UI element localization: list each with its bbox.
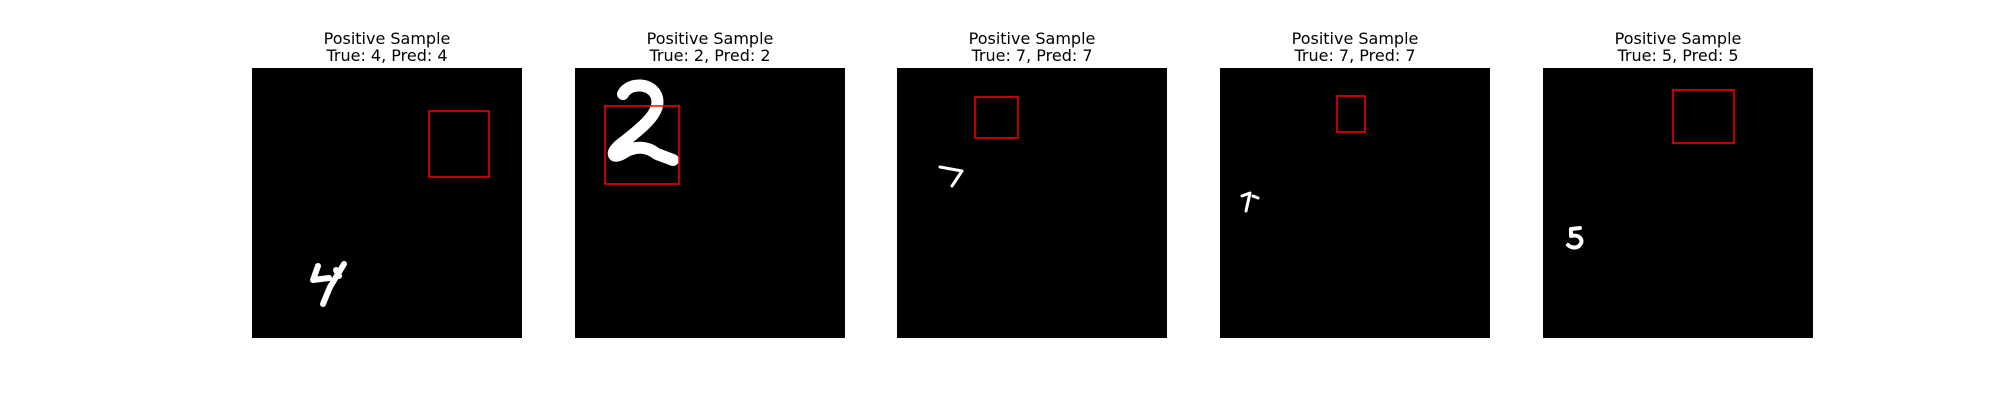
panel-subtitle: True: 5, Pred: 5 bbox=[1617, 46, 1739, 65]
sample-panel-4: Positive Sample True: 7, Pred: 7 bbox=[1220, 0, 1490, 400]
panel-subtitle: True: 7, Pred: 7 bbox=[971, 46, 1093, 65]
sample-panel-5: Positive Sample True: 5, Pred: 5 bbox=[1543, 0, 1813, 400]
detection-box bbox=[1672, 89, 1735, 144]
sample-image bbox=[252, 68, 522, 338]
sample-image bbox=[575, 68, 845, 338]
handwritten-digit-5 bbox=[1566, 226, 1584, 250]
digit-4-image bbox=[310, 110, 490, 307]
panel-title: Positive Sample bbox=[646, 29, 774, 48]
digit-2-image bbox=[604, 79, 680, 185]
sample-image bbox=[1543, 68, 1813, 338]
detection-box bbox=[1336, 95, 1366, 133]
handwritten-digit-4 bbox=[310, 261, 347, 307]
panel-title: Positive Sample bbox=[1291, 29, 1419, 48]
sample-image bbox=[897, 68, 1167, 338]
panel-subtitle: True: 2, Pred: 2 bbox=[649, 46, 771, 65]
handwritten-digit-2 bbox=[607, 79, 679, 166]
handwritten-digit-7 bbox=[938, 165, 964, 188]
digit-7-image bbox=[1240, 95, 1366, 213]
digit-5-image bbox=[1566, 89, 1735, 250]
digit-7-image bbox=[938, 96, 1019, 188]
panel-title: Positive Sample bbox=[968, 29, 1096, 48]
sample-image bbox=[1220, 68, 1490, 338]
detection-box bbox=[428, 110, 490, 178]
sample-panel-2: Positive Sample True: 2, Pred: 2 bbox=[575, 0, 845, 400]
handwritten-digit-7 bbox=[1240, 191, 1260, 213]
panel-title: Positive Sample bbox=[1614, 29, 1742, 48]
sample-panel-1: Positive Sample True: 4, Pred: 4 bbox=[252, 0, 522, 400]
panel-title: Positive Sample bbox=[323, 29, 451, 48]
detection-box bbox=[974, 96, 1019, 139]
panel-subtitle: True: 4, Pred: 4 bbox=[326, 46, 448, 65]
panel-subtitle: True: 7, Pred: 7 bbox=[1294, 46, 1416, 65]
sample-panel-3: Positive Sample True: 7, Pred: 7 bbox=[897, 0, 1167, 400]
